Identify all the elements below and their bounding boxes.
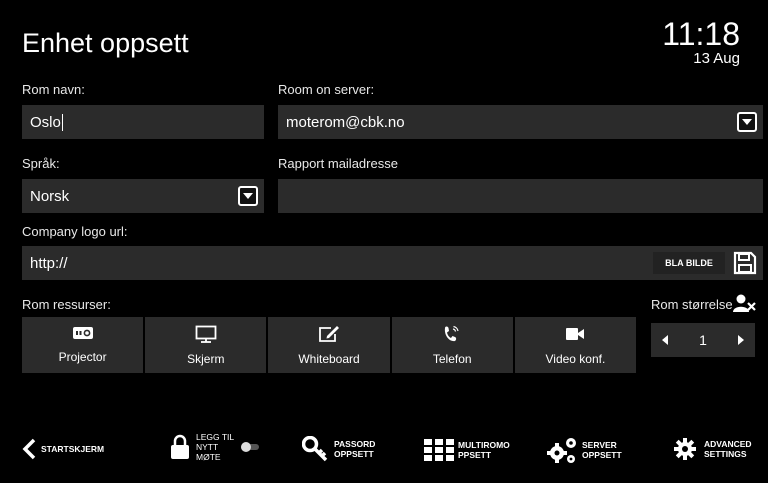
clock-date: 13 Aug bbox=[693, 50, 740, 67]
resource-phone[interactable]: Telefon bbox=[391, 317, 513, 373]
multiroom-label-1: MULTIROMO bbox=[458, 440, 510, 450]
lock-label-3: MØTE bbox=[196, 452, 221, 462]
room-name-field[interactable]: Oslo bbox=[22, 105, 264, 139]
resource-whiteboard[interactable]: Whiteboard bbox=[268, 317, 390, 373]
video-camera-icon bbox=[564, 325, 586, 343]
language-label: Språk: bbox=[22, 156, 60, 171]
report-email-label: Rapport mailadresse bbox=[278, 156, 398, 171]
logo-url-label: Company logo url: bbox=[22, 224, 128, 239]
logo-url-field[interactable]: http:// bbox=[22, 246, 763, 280]
password-label-1: PASSORD bbox=[334, 439, 376, 449]
multiroom-setup-button[interactable]: MULTIROMO PPSETT bbox=[424, 439, 510, 461]
multiroom-label-2: PPSETT bbox=[458, 450, 492, 460]
monitor-icon bbox=[195, 325, 217, 343]
back-start-button[interactable]: STARTSKJERM bbox=[22, 438, 104, 460]
room-size-label: Rom størrelse bbox=[651, 297, 733, 312]
user-remove-icon[interactable] bbox=[733, 293, 757, 318]
grid-icon bbox=[424, 439, 454, 461]
lock-label-1: LEGG TIL bbox=[196, 432, 235, 442]
password-label-2: OPPSETT bbox=[334, 449, 374, 459]
resource-label: Whiteboard bbox=[298, 352, 360, 366]
server-label-1: SERVER bbox=[582, 440, 617, 450]
lock-label-2: NYTT bbox=[196, 442, 219, 452]
language-select[interactable]: Norsk bbox=[22, 179, 264, 213]
resource-screen[interactable]: Skjerm bbox=[145, 317, 267, 373]
chevron-down-icon[interactable] bbox=[238, 186, 258, 206]
resource-label: Skjerm bbox=[187, 352, 225, 366]
projector-icon bbox=[72, 325, 94, 341]
resource-label: Video konf. bbox=[545, 352, 606, 366]
browse-image-button[interactable]: BLA BILDE bbox=[653, 252, 725, 274]
advanced-label-1: ADVANCED bbox=[704, 439, 752, 449]
advanced-settings-button[interactable]: ADVANCED SETTINGS bbox=[674, 438, 752, 460]
resource-video[interactable]: Video konf. bbox=[514, 317, 637, 373]
room-name-label: Rom navn: bbox=[22, 82, 85, 97]
resources-label: Rom ressurser: bbox=[22, 297, 111, 312]
report-email-field[interactable] bbox=[278, 179, 763, 213]
back-arrow-icon bbox=[22, 438, 36, 460]
phone-icon bbox=[441, 325, 463, 343]
add-meeting-lock[interactable]: LEGG TIL NYTT MØTE bbox=[170, 432, 260, 462]
toggle-icon bbox=[241, 442, 260, 452]
resource-projector[interactable]: Projector bbox=[22, 317, 144, 373]
page-title: Enhet oppsett bbox=[22, 28, 189, 58]
room-size-stepper[interactable]: 1 bbox=[651, 323, 755, 357]
password-setup-button[interactable]: PASSORD OPPSETT bbox=[302, 436, 375, 462]
resources-bar: Projector Skjerm Whiteboard Telefon Vide… bbox=[22, 317, 637, 373]
room-server-select[interactable]: moterom@cbk.no bbox=[278, 105, 763, 139]
advanced-label-2: SETTINGS bbox=[704, 449, 747, 459]
gear-icon bbox=[674, 438, 696, 460]
chevron-down-icon[interactable] bbox=[737, 112, 757, 132]
room-size-value: 1 bbox=[699, 332, 707, 348]
bottom-nav: STARTSKJERM LEGG TIL NYTT MØTE PASSORD O… bbox=[0, 432, 768, 472]
resource-label: Projector bbox=[58, 350, 107, 364]
gears-icon bbox=[547, 438, 576, 463]
clock: 11:18 13 Aug bbox=[662, 18, 740, 67]
text-caret bbox=[61, 113, 63, 131]
decrement-button[interactable] bbox=[651, 323, 679, 357]
save-icon[interactable] bbox=[733, 251, 757, 280]
server-label-2: OPPSETT bbox=[582, 450, 622, 460]
resource-label: Telefon bbox=[432, 352, 472, 366]
lock-icon bbox=[171, 434, 189, 459]
increment-button[interactable] bbox=[727, 323, 755, 357]
whiteboard-icon bbox=[318, 325, 340, 343]
logo-url-value: http:// bbox=[30, 254, 68, 272]
room-server-value: moterom@cbk.no bbox=[286, 113, 405, 131]
language-value: Norsk bbox=[30, 187, 70, 205]
clock-time: 11:18 bbox=[662, 16, 740, 52]
room-server-label: Room on server: bbox=[278, 82, 375, 97]
key-icon bbox=[302, 436, 328, 462]
room-name-value: Oslo bbox=[30, 113, 61, 131]
chevron-right-icon bbox=[737, 335, 744, 345]
back-start-label: STARTSKJERM bbox=[41, 444, 105, 454]
chevron-left-icon bbox=[662, 335, 668, 345]
server-setup-button[interactable]: SERVER OPPSETT bbox=[547, 435, 622, 465]
